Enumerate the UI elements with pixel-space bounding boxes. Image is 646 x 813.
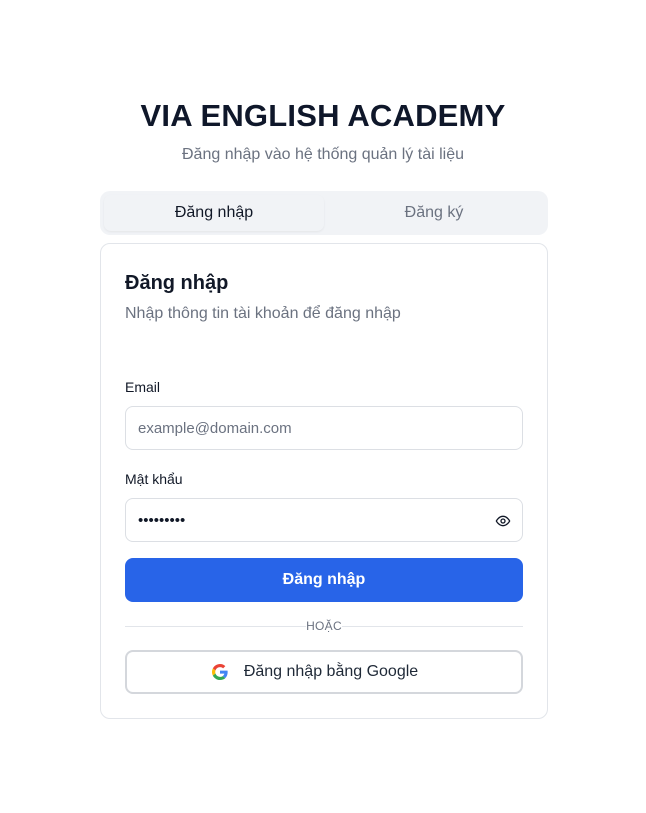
tab-register[interactable]: Đăng ký <box>324 195 544 231</box>
email-label: Email <box>125 379 161 395</box>
google-icon <box>211 664 228 680</box>
auth-tabs: Đăng nhập Đăng ký <box>100 191 548 235</box>
divider-text: HOẶC <box>306 619 342 633</box>
tab-login[interactable]: Đăng nhập <box>104 195 324 231</box>
password-field-box <box>125 498 523 542</box>
google-login-button[interactable]: Đăng nhập bằng Google <box>125 650 523 694</box>
password-field[interactable] <box>126 499 522 541</box>
google-login-label: Đăng nhập bằng Google <box>243 663 419 680</box>
brand-subtitle: Đăng nhập vào hệ thống quản lý tài liệu <box>182 146 464 163</box>
email-field[interactable] <box>126 407 522 449</box>
or-divider: HOẶC <box>125 619 523 633</box>
email-field-box <box>125 406 523 450</box>
login-page: VIA ENGLISH ACADEMY Đăng nhập vào hệ thố… <box>0 0 646 813</box>
brand-title: VIA ENGLISH ACADEMY <box>140 98 506 133</box>
card-title: Đăng nhập <box>125 272 229 294</box>
password-label: Mật khẩu <box>125 471 183 487</box>
eye-icon[interactable] <box>495 513 511 529</box>
login-submit-button[interactable]: Đăng nhập <box>125 558 523 602</box>
login-card: Đăng nhập Nhập thông tin tài khoản để đă… <box>100 243 548 719</box>
card-description: Nhập thông tin tài khoản để đăng nhập <box>125 305 401 322</box>
